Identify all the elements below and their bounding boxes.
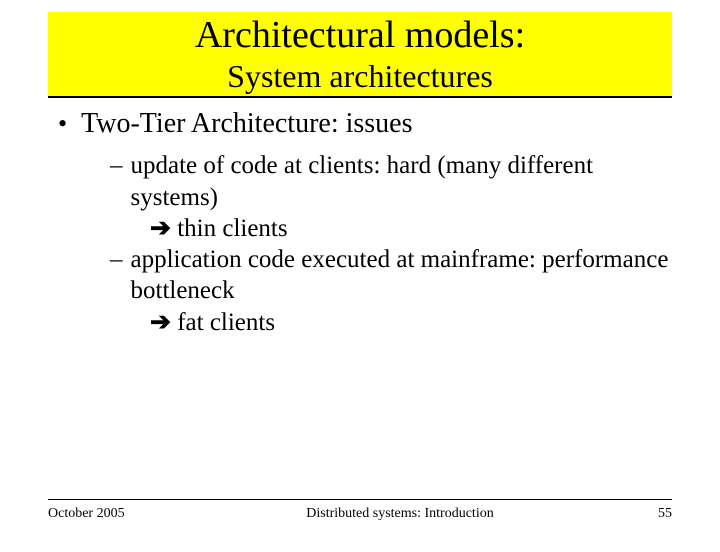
- title-line-1: Architectural models:: [48, 14, 672, 58]
- footer-page-number: 55: [612, 506, 672, 522]
- footer-title: Distributed systems: Introduction: [188, 506, 612, 522]
- dash-icon: –: [110, 244, 123, 307]
- slide-footer: October 2005 Distributed systems: Introd…: [48, 499, 672, 522]
- arrow-icon: ➔: [150, 308, 171, 336]
- footer-divider: [48, 499, 672, 500]
- sub-text-2: application code executed at mainframe: …: [131, 244, 673, 307]
- sub-consequence-1: thin clients: [177, 215, 287, 242]
- arrow-icon: ➔: [150, 214, 171, 242]
- slide-content: • Two-Tier Architecture: issues – update…: [48, 108, 672, 338]
- dash-icon: –: [110, 150, 123, 213]
- sub-item-2: – application code executed at mainframe…: [110, 244, 672, 338]
- sub-text-1: update of code at clients: hard (many di…: [131, 150, 673, 213]
- sub-item-1: – update of code at clients: hard (many …: [110, 150, 672, 244]
- bullet-text: Two-Tier Architecture: issues: [81, 108, 412, 140]
- bullet-dot-icon: •: [58, 111, 67, 137]
- title-line-2: System architectures: [48, 58, 672, 97]
- footer-date: October 2005: [48, 506, 188, 522]
- bullet-item: • Two-Tier Architecture: issues: [58, 108, 672, 140]
- slide-title-block: Architectural models: System architectur…: [48, 12, 672, 98]
- sub-consequence-2: fat clients: [177, 309, 275, 336]
